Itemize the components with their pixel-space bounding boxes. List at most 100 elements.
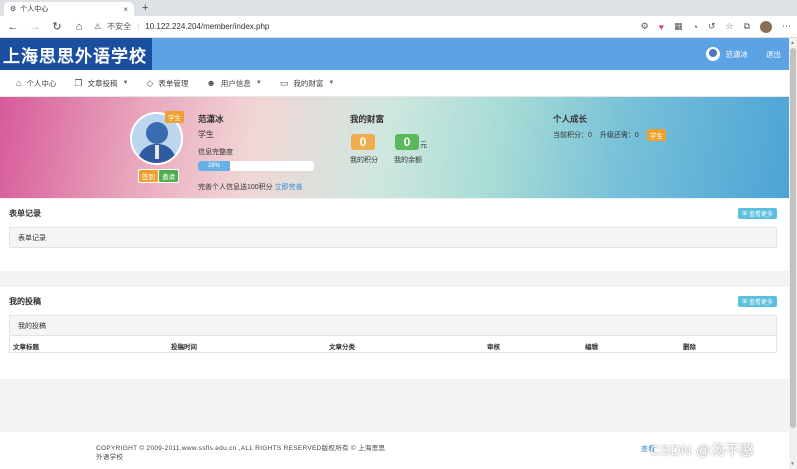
currency-unit: 元 [420, 142, 427, 149]
nav-item-home[interactable]: ⌂ 个人中心 [16, 78, 56, 89]
profile-banner: 学生 签到 邀请 范潇冰 学生 信息完整度 28% 完善个人信息送100积分 立即… [0, 97, 797, 198]
complete-profile-link[interactable]: 立即完善 [275, 184, 303, 191]
plus-icon: ⊞ [741, 210, 747, 217]
copyright-text: COPYRIGHT © 2009-2011,www.ssfls.edu.cn ,… [96, 445, 386, 461]
card-icon: ▭ [279, 77, 289, 88]
home-nav-icon[interactable]: ⌂ [72, 21, 86, 33]
browser-actions: ⚙ ♥ ▦ ◔ ↺ ☆ ⧉ ⋯ [641, 20, 791, 33]
forms-section: 表单记录 ⊞ 查看更多 表单记录 [0, 199, 789, 271]
upgrade-needed: 升级还需：0 [599, 132, 639, 139]
balance-value[interactable]: 0 [395, 134, 419, 150]
posts-table-header: 文章标题 投稿时间 文章分类 审核 编辑 删除 [9, 336, 777, 353]
wealth-title: 我的财富 [350, 114, 385, 124]
current-points: 当前积分：0 [553, 132, 592, 139]
document-icon: ❐ [74, 77, 83, 88]
home-icon: ⌂ [16, 78, 22, 88]
growth-row: 当前积分：0 升级还需：0 学生 [553, 129, 666, 141]
balance-label: 我的余额 [394, 157, 422, 164]
role-badge: 学生 [165, 111, 184, 123]
main-nav: ⌂ 个人中心 ❐ 文章投稿 ▼ ◇ 表单管理 ☻ 用户信息 ▼ ▭ 我的财富 ▼ [0, 70, 797, 97]
column-header-edit: 编辑 [585, 344, 598, 351]
collections-icon[interactable]: ⧉ [744, 21, 750, 32]
site-logo[interactable]: 上海思思外语学校 [0, 38, 152, 70]
security-label: 不安全 [107, 22, 132, 31]
nav-label: 用户信息 [220, 78, 251, 88]
scrollbar-thumb[interactable] [790, 48, 796, 428]
posts-more-button[interactable]: ⊞ 查看更多 [737, 295, 777, 307]
invite-button[interactable]: 邀请 [158, 169, 179, 183]
hint-text: 完善个人信息送100积分 [198, 184, 273, 191]
back-icon[interactable]: ← [6, 21, 20, 33]
nav-item-forms[interactable]: ◇ 表单管理 [146, 78, 188, 89]
menu-icon[interactable]: ⋯ [782, 21, 791, 32]
site-settings-icon[interactable]: ⚙ [641, 21, 649, 32]
posts-box: 我的投稿 [9, 315, 777, 336]
logout-link[interactable]: 退出 [766, 49, 781, 60]
column-header-category: 文章分类 [329, 344, 355, 351]
page-scrollbar[interactable]: ▲ ▼ [789, 38, 797, 469]
tab-title: 个人中心 [20, 6, 49, 13]
scroll-up-icon[interactable]: ▲ [790, 40, 795, 46]
scroll-down-icon[interactable]: ▼ [790, 461, 795, 467]
completeness-progress: 28% [198, 161, 314, 171]
warning-icon: ⚠ [94, 22, 102, 31]
growth-title: 个人成长 [553, 114, 588, 124]
level-badge: 学生 [646, 129, 666, 141]
sign-in-button[interactable]: 签到 [138, 169, 159, 183]
nav-label: 表单管理 [158, 78, 189, 88]
forms-box: 表单记录 [9, 227, 777, 248]
user-icon: ☻ [206, 78, 216, 88]
site-header: 上海思思外语学校 范潇冰 退出 [0, 38, 797, 70]
favorites-icon[interactable]: ☆ [725, 21, 733, 32]
posts-section-head: 我的投稿 ⊞ 查看更多 [0, 287, 789, 315]
user-avatar-icon[interactable] [705, 47, 720, 61]
points-value[interactable]: 0 [351, 134, 375, 150]
column-header-time: 投稿时间 [171, 344, 197, 351]
nav-item-userinfo[interactable]: ☻ 用户信息 ▼ [206, 78, 261, 89]
diamond-icon: ◇ [146, 77, 154, 88]
header-user-area: 范潇冰 退出 [705, 47, 797, 61]
points-label: 我的积分 [350, 157, 378, 164]
avatar-head [146, 122, 168, 144]
heart-icon[interactable]: ♥ [659, 22, 664, 32]
new-tab-icon[interactable]: + [142, 2, 148, 16]
browser-tabbar: ⚙ 个人中心 × + [0, 0, 797, 16]
address-bar: ← → ↻ ⌂ ⚠ 不安全 | 10.122.224.204/member/in… [0, 16, 797, 38]
url-text: 10.122.224.204/member/index.php [145, 22, 270, 31]
more-label: 查看更多 [748, 211, 773, 218]
more-label: 查看更多 [748, 299, 773, 306]
reload-icon[interactable]: ↻ [50, 20, 64, 33]
nav-item-posts[interactable]: ❐ 文章投稿 ▼ [74, 78, 128, 89]
browser-tab[interactable]: ⚙ 个人中心 × [4, 2, 134, 16]
completeness-fill: 28% [198, 161, 231, 171]
forms-section-title: 表单记录 [9, 208, 41, 218]
profile-hint: 完善个人信息送100积分 立即完善 [198, 182, 303, 192]
profile-avatar-icon[interactable] [760, 20, 772, 33]
column-header-title: 文章标题 [13, 344, 39, 351]
chevron-down-icon: ▼ [255, 80, 262, 86]
chevron-down-icon: ▼ [328, 80, 335, 86]
posts-section: 我的投稿 ⊞ 查看更多 我的投稿 文章标题 投稿时间 文章分类 审核 编辑 删除 [0, 287, 789, 379]
close-tab-icon[interactable]: × [123, 5, 128, 14]
forward-icon[interactable]: → [28, 21, 42, 33]
extension-icon[interactable]: ◔ [693, 22, 698, 32]
csdn-watermark: CSDN @汤不憨 [650, 442, 755, 458]
avatar-tie [155, 145, 159, 159]
forms-section-head: 表单记录 ⊞ 查看更多 [0, 199, 789, 227]
grid-icon[interactable]: ▦ [674, 21, 683, 32]
forms-more-button[interactable]: ⊞ 查看更多 [737, 207, 777, 219]
completeness-label: 信息完整度 [198, 149, 233, 156]
profile-name: 范潇冰 [198, 114, 224, 124]
tab-favicon-icon: ⚙ [10, 6, 17, 13]
nav-label: 文章投稿 [87, 78, 118, 88]
url-separator: | [137, 22, 140, 31]
column-header-delete: 删除 [683, 344, 696, 351]
header-username[interactable]: 范潇冰 [726, 49, 749, 60]
url-field[interactable]: ⚠ 不安全 | 10.122.224.204/member/index.php [94, 19, 594, 35]
nav-item-wealth[interactable]: ▭ 我的财富 ▼ [280, 78, 334, 89]
profile-role: 学生 [198, 130, 214, 139]
nav-label: 我的财富 [293, 78, 324, 88]
posts-section-title: 我的投稿 [9, 296, 41, 306]
plus-icon: ⊞ [741, 298, 747, 305]
refresh-extension-icon[interactable]: ↺ [708, 21, 716, 32]
